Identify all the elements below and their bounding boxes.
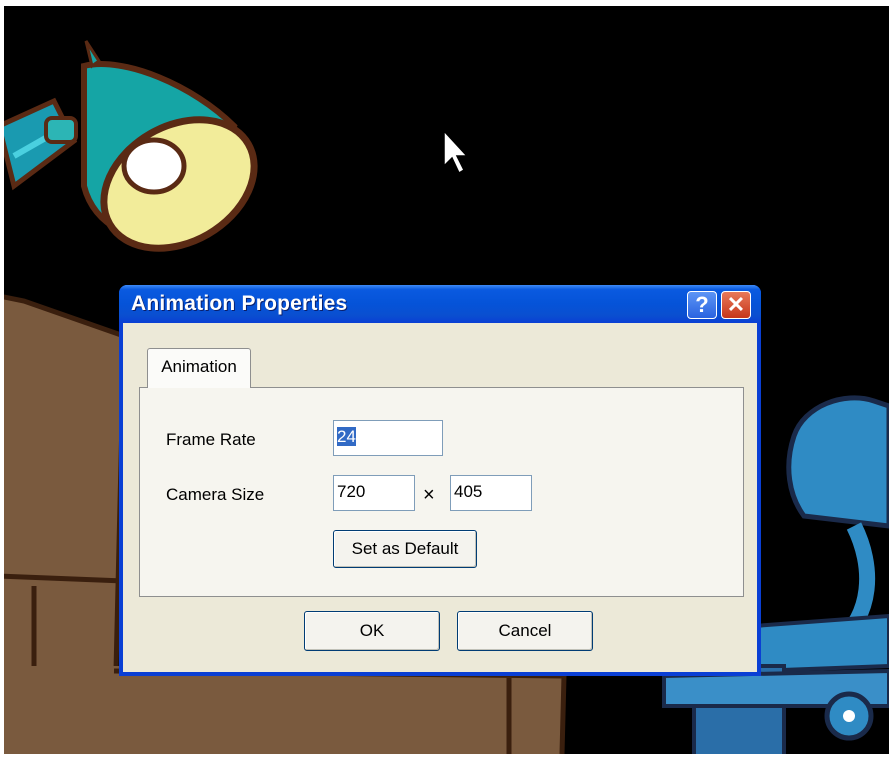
animation-canvas: Animation Properties ? ✕ Animation Frame…	[4, 6, 889, 754]
camera-height-input[interactable]: 405	[450, 475, 532, 511]
frame-rate-value: 24	[337, 427, 356, 446]
close-icon[interactable]: ✕	[721, 291, 751, 319]
frame-rate-label: Frame Rate	[166, 430, 256, 449]
dialog-titlebar[interactable]: Animation Properties ? ✕	[119, 285, 761, 323]
set-as-default-button[interactable]: Set as Default	[333, 530, 477, 568]
camera-size-label: Camera Size	[166, 485, 265, 504]
cancel-button[interactable]: Cancel	[457, 611, 593, 651]
animation-tab-panel: Frame Rate 24 Camera Size 720 × 405 Set …	[139, 387, 744, 597]
ok-button[interactable]: OK	[304, 611, 440, 651]
mouse-cursor-icon	[443, 129, 469, 175]
dialog-title: Animation Properties	[131, 292, 348, 315]
lamp-illustration	[4, 40, 258, 252]
tab-animation[interactable]: Animation	[147, 348, 251, 388]
frame-rate-input[interactable]: 24	[333, 420, 443, 456]
animation-properties-dialog: Animation Properties ? ✕ Animation Frame…	[119, 285, 761, 676]
camera-width-input[interactable]: 720	[333, 475, 415, 511]
size-separator: ×	[423, 484, 435, 506]
help-icon[interactable]: ?	[687, 291, 717, 319]
